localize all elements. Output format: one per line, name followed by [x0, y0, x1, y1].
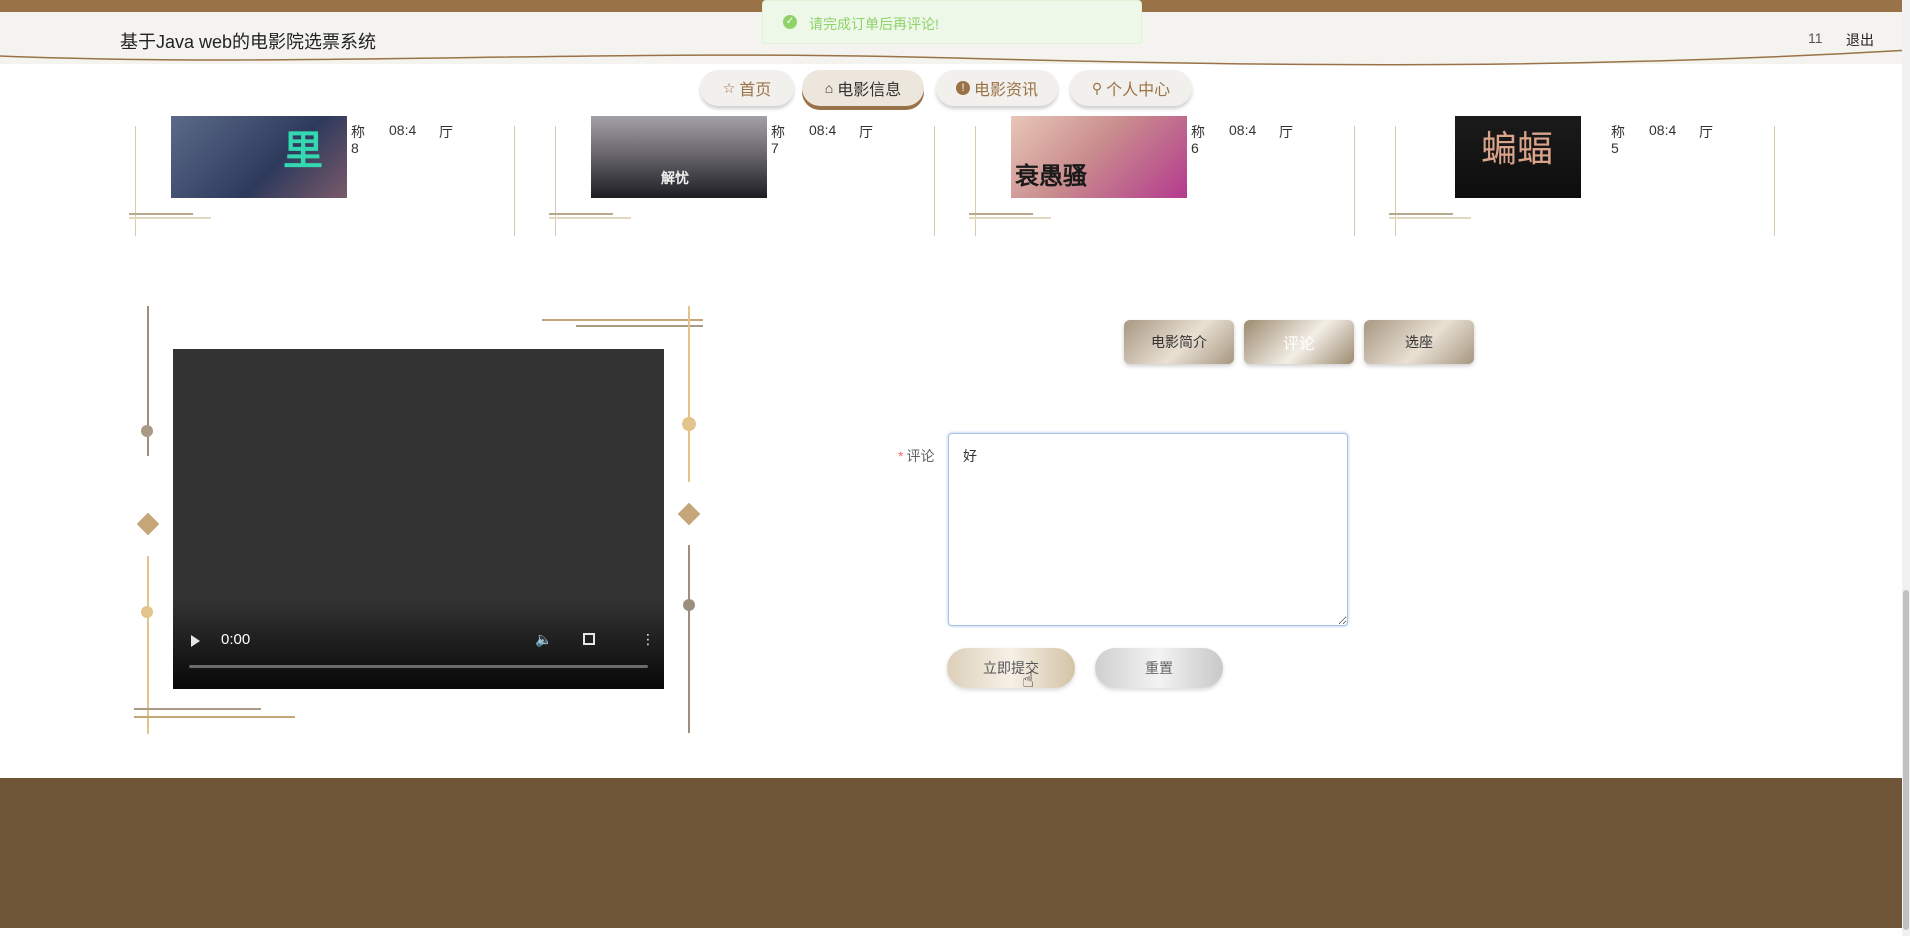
nav-home[interactable]: ☆ 首页	[700, 70, 794, 106]
comment-label: * 评论	[898, 446, 934, 466]
movie-hall: 厅	[439, 124, 453, 140]
card-border-right	[514, 126, 515, 236]
movie-card[interactable]: 里 称 8 08:4 厅	[129, 116, 515, 236]
movie-card[interactable]: 蝙蝠 称 5 08:4 厅	[1389, 116, 1775, 236]
check-circle-icon: ✓	[783, 15, 797, 29]
frame-line	[134, 716, 295, 718]
frame-line	[688, 306, 690, 482]
info-icon: !	[955, 81, 970, 95]
poster-title: 蝙蝠	[1481, 128, 1554, 169]
poster-title: 衰愚骚	[1015, 163, 1087, 190]
card-underline	[1389, 213, 1453, 215]
movie-name-label: 称	[1611, 124, 1625, 140]
movie-poster[interactable]: 解忧	[591, 116, 767, 198]
nav-movie-news-label: 电影资讯	[973, 82, 1038, 99]
frame-line	[134, 708, 261, 710]
frame-line	[576, 325, 703, 327]
volume-icon[interactable]: 🔈	[535, 631, 552, 648]
frame-diamond	[136, 512, 160, 536]
fullscreen-icon[interactable]	[583, 633, 595, 645]
logout-link[interactable]: 退出	[1846, 30, 1874, 50]
movie-number: 7	[771, 140, 779, 156]
frame-dot	[683, 599, 695, 611]
card-border-left	[975, 126, 976, 236]
reset-button[interactable]: 重置	[1095, 648, 1223, 688]
toast-text: 请完成订单后再评论!	[809, 16, 939, 32]
card-border-right	[1354, 126, 1355, 236]
card-border-left	[1395, 126, 1396, 236]
card-border-right	[934, 126, 935, 236]
movie-time: 08:4	[809, 122, 837, 138]
movie-name-label: 称	[1191, 124, 1205, 140]
video-current-time: 0:00	[221, 631, 251, 648]
more-options-icon[interactable]: ⋮	[641, 631, 655, 648]
tab-movie-intro[interactable]: 电影简介	[1124, 320, 1234, 364]
comment-textarea[interactable]: 好	[948, 433, 1348, 626]
movie-number: 6	[1191, 140, 1199, 156]
movie-time: 08:4	[389, 122, 417, 138]
card-underline	[129, 217, 211, 219]
movie-time: 08:4	[1649, 122, 1677, 138]
poster-title: 里	[283, 129, 323, 173]
video-progress-track[interactable]	[189, 665, 648, 668]
comment-label-text: 评论	[906, 448, 935, 464]
movie-card[interactable]: 解忧 称 7 08:4 厅	[549, 116, 935, 236]
footer	[0, 778, 1904, 928]
hand-pointer-cursor-icon: ☝	[1022, 670, 1035, 692]
movie-poster[interactable]: 里	[171, 116, 347, 198]
poster-title: 解忧	[661, 170, 689, 186]
username: 11	[1808, 30, 1823, 46]
nav-home-label: 首页	[739, 82, 772, 99]
frame-line	[542, 319, 703, 321]
movie-name-label: 称	[351, 124, 365, 140]
play-icon[interactable]	[191, 635, 200, 647]
card-underline	[969, 217, 1051, 219]
frame-dot	[682, 417, 696, 431]
star-icon: ☆	[722, 79, 736, 96]
movie-hall: 厅	[1279, 124, 1293, 140]
nav-movie-news[interactable]: ! 电影资讯	[936, 70, 1058, 106]
bag-icon: ⌂	[824, 80, 834, 96]
tab-comments[interactable]: 评论	[1244, 320, 1354, 364]
movie-poster[interactable]: 衰愚骚	[1011, 116, 1187, 198]
frame-dot	[141, 606, 153, 618]
card-underline	[1389, 217, 1471, 219]
person-icon: ⚲	[1091, 79, 1103, 96]
submit-button[interactable]: 立即提交	[947, 648, 1075, 688]
movie-poster[interactable]: 蝙蝠	[1455, 116, 1581, 198]
movie-time: 08:4	[1229, 122, 1257, 138]
nav-movie-info-label: 电影信息	[837, 82, 902, 99]
movie-hall: 厅	[1699, 124, 1713, 140]
video-player[interactable]: 0:00 🔈 ⋮	[173, 349, 664, 689]
card-underline	[129, 213, 193, 215]
required-mark: *	[898, 448, 904, 464]
card-underline	[549, 213, 613, 215]
card-underline	[549, 217, 631, 219]
movie-number: 5	[1611, 140, 1619, 156]
card-underline	[969, 213, 1033, 215]
movie-hall: 厅	[859, 124, 873, 140]
nav-personal-center-label: 个人中心	[1106, 82, 1171, 99]
toast-message: ✓ 请完成订单后再评论!	[762, 0, 1142, 44]
tab-seat-selection[interactable]: 选座	[1364, 320, 1474, 364]
frame-diamond	[677, 502, 701, 526]
card-border-left	[555, 126, 556, 236]
scrollbar-thumb[interactable]	[1903, 590, 1909, 930]
frame-dot	[141, 425, 153, 437]
movie-number: 8	[351, 140, 359, 156]
card-border-left	[135, 126, 136, 236]
movie-name-label: 称	[771, 124, 785, 140]
site-title: 基于Java web的电影院选票系统	[120, 32, 377, 52]
nav-personal-center[interactable]: ⚲ 个人中心	[1070, 70, 1192, 106]
movie-card[interactable]: 衰愚骚 称 6 08:4 厅	[969, 116, 1355, 236]
card-border-right	[1774, 126, 1775, 236]
frame-line	[688, 545, 690, 733]
nav-movie-info[interactable]: ⌂ 电影信息	[802, 70, 924, 106]
